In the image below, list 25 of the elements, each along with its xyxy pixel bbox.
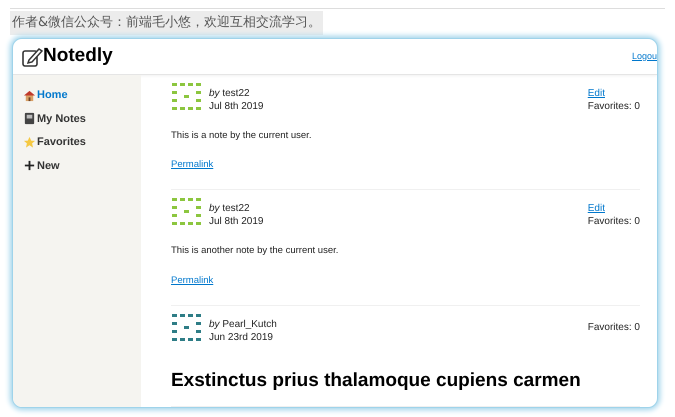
logout-link[interactable]: Logou xyxy=(632,50,657,64)
star-icon xyxy=(23,136,36,149)
app-title: Notedly xyxy=(43,44,113,68)
plus-icon xyxy=(23,159,36,172)
pencil-note-icon xyxy=(21,46,43,68)
note-author-info: by test22 Jul 8th 2019 xyxy=(209,87,264,113)
note-author-info: by Pearl_Kutch Jun 23rd 2019 xyxy=(209,318,277,344)
favorites-count: Favorites: 0 xyxy=(588,321,640,334)
sidebar-nav-link[interactable]: My Notes xyxy=(23,110,141,127)
note-heading: Exstinctus prius thalamoque cupiens carmen xyxy=(171,370,582,392)
edit-link[interactable]: Edit xyxy=(588,87,640,100)
sidebar-nav-link[interactable]: Home xyxy=(23,87,141,104)
favorites-count: Favorites: 0 xyxy=(588,100,640,113)
permalink-link[interactable]: Permalink xyxy=(171,159,214,170)
note-author-info: by test22 Jul 8th 2019 xyxy=(209,202,264,228)
author-caption: 作者&微信公众号：前端毛小悠，欢迎互相交流学习。 xyxy=(10,11,324,34)
house-icon xyxy=(23,88,36,102)
favorites-count: Favorites: 0 xyxy=(588,215,640,228)
notebook-icon xyxy=(23,112,36,126)
sidebar-nav-link[interactable]: New xyxy=(23,158,141,174)
sidebar-nav-link[interactable]: Favorites xyxy=(23,134,141,150)
note-text: This is a note by the current user. xyxy=(171,129,312,143)
permalink-link[interactable]: Permalink xyxy=(171,274,214,286)
edit-link[interactable]: Edit xyxy=(588,202,640,216)
note-text: This is another note by the current user. xyxy=(171,244,340,258)
